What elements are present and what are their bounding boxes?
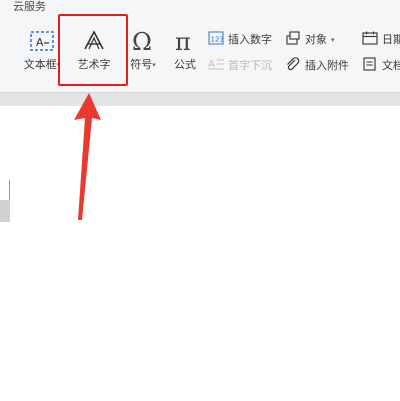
annotation-arrow	[74, 93, 101, 220]
